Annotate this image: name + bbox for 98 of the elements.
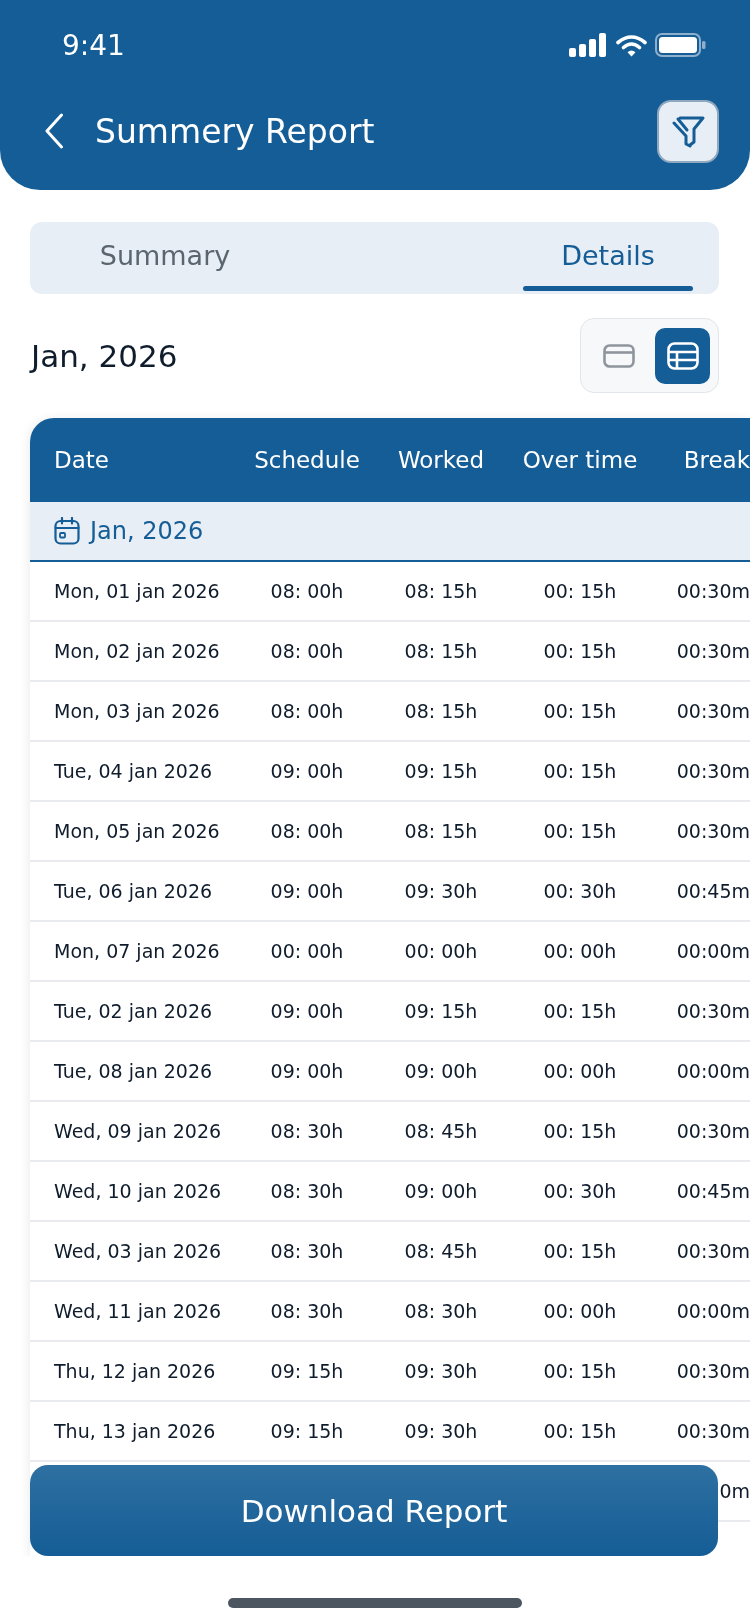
table-cell: Wed, 10 jan 2026 xyxy=(54,1180,222,1202)
table-cell: 00:00m xyxy=(676,1300,750,1322)
table-cell: Tue, 08 jan 2026 xyxy=(54,1060,213,1082)
table-cell: 09: 00h xyxy=(270,880,344,902)
table-cell: 00: 15h xyxy=(543,760,617,782)
table-cell: 00: 30h xyxy=(543,880,617,902)
table-cell: Mon, 07 jan 2026 xyxy=(54,940,220,962)
column-header: Worked xyxy=(397,447,485,473)
back-icon[interactable] xyxy=(44,113,64,149)
table-cell: 00:30m xyxy=(676,1240,750,1262)
table-cell: 08: 15h xyxy=(404,700,478,722)
table-cell: 00:00m xyxy=(676,940,750,962)
month-label: Jan, 2026 xyxy=(31,337,178,374)
table-cell: Thu, 13 jan 2026 xyxy=(54,1420,216,1442)
table-cell: 09: 30h xyxy=(404,880,478,902)
table-cell: 00:30m xyxy=(676,1000,750,1022)
table-cell: 09: 15h xyxy=(404,760,478,782)
calendar-icon xyxy=(54,517,80,545)
table-cell: 00:00m xyxy=(676,1060,750,1082)
table-cell: 00: 15h xyxy=(543,1420,617,1442)
table-cell: Mon, 05 jan 2026 xyxy=(54,820,220,842)
table-cell: 08: 30h xyxy=(270,1300,344,1322)
table-cell: 08: 00h xyxy=(270,580,344,602)
table-cell: Mon, 01 jan 2026 xyxy=(54,580,220,602)
table-cell: Tue, 02 jan 2026 xyxy=(54,1000,213,1022)
card-icon xyxy=(602,343,635,368)
filter-button[interactable] xyxy=(657,99,719,163)
table-cell: Tue, 06 jan 2026 xyxy=(54,880,213,902)
table-cell: Wed, 09 jan 2026 xyxy=(54,1120,222,1142)
table-cell: 09: 00h xyxy=(404,1180,478,1202)
table-cell: 08: 00h xyxy=(270,820,344,842)
table-cell: 00: 15h xyxy=(543,1000,617,1022)
status-time: 9:41 xyxy=(62,28,125,62)
table-cell: 00:30m xyxy=(676,1360,750,1382)
table-cell: 00:30m xyxy=(676,760,750,782)
table-cell: 00:30m xyxy=(676,640,750,662)
table-cell: 00:30m xyxy=(676,1120,750,1142)
table-cell: 00: 00h xyxy=(543,1300,617,1322)
table-cell: 00: 00h xyxy=(543,940,617,962)
filter-icon xyxy=(671,114,705,148)
table-cell: 08: 45h xyxy=(404,1240,478,1262)
table-cell: 09: 15h xyxy=(404,1000,478,1022)
table-cell: 08: 30h xyxy=(270,1180,344,1202)
table-cell: 00: 15h xyxy=(543,820,617,842)
table-cell: 00:30m xyxy=(676,1420,750,1442)
table-cell: 00:30m xyxy=(676,820,750,842)
tab[interactable]: Summary xyxy=(80,222,250,294)
table-cell: 00:45m xyxy=(676,1180,750,1202)
table-cell: 00:45m xyxy=(676,880,750,902)
table-icon xyxy=(666,341,699,370)
table-cell: 08: 30h xyxy=(270,1240,344,1262)
table-cell: Wed, 03 jan 2026 xyxy=(54,1240,222,1262)
table-cell: 08: 15h xyxy=(404,820,478,842)
column-header: Date xyxy=(54,447,109,473)
table-cell: 0m xyxy=(719,1480,750,1502)
column-header: Break xyxy=(683,447,750,473)
table-cell: 08: 45h xyxy=(404,1120,478,1142)
table-cell: 08: 00h xyxy=(270,640,344,662)
table-cell: 00: 15h xyxy=(543,580,617,602)
table-cell: 08: 30h xyxy=(404,1300,478,1322)
table-cell: Mon, 02 jan 2026 xyxy=(54,640,220,662)
table-cell: 09: 00h xyxy=(270,760,344,782)
download-button[interactable]: Download Report xyxy=(30,1465,718,1556)
table-cell: 00: 15h xyxy=(543,1240,617,1262)
table-cell: 09: 00h xyxy=(270,1060,344,1082)
table-cell: 00: 15h xyxy=(543,640,617,662)
table-cell: 00: 15h xyxy=(543,700,617,722)
signal-icon xyxy=(569,33,608,57)
table-cell: 00: 00h xyxy=(404,940,478,962)
wifi-icon xyxy=(616,33,647,57)
table-cell: 08: 30h xyxy=(270,1120,344,1142)
table-cell: 00:30m xyxy=(676,580,750,602)
table-cell: 00:30m xyxy=(676,700,750,722)
table-view-button[interactable] xyxy=(655,327,710,384)
table-cell: 00: 30h xyxy=(543,1180,617,1202)
table-cell: Wed, 11 jan 2026 xyxy=(54,1300,222,1322)
table-cell: Tue, 04 jan 2026 xyxy=(54,760,213,782)
table-cell: 09: 00h xyxy=(404,1060,478,1082)
table-cell: Thu, 12 jan 2026 xyxy=(54,1360,216,1382)
battery-icon xyxy=(655,33,706,57)
table-cell: 09: 15h xyxy=(270,1360,344,1382)
table-cell: Mon, 03 jan 2026 xyxy=(54,700,220,722)
table-cell: 00: 00h xyxy=(543,1060,617,1082)
table-cell: 00: 15h xyxy=(543,1120,617,1142)
table-cell: 09: 30h xyxy=(404,1420,478,1442)
table-cell: 08: 15h xyxy=(404,580,478,602)
table-cell: 00: 00h xyxy=(270,940,344,962)
tab[interactable]: Details xyxy=(523,222,693,294)
column-header: Schedule xyxy=(254,447,360,473)
page-title: Summery Report xyxy=(95,111,375,151)
table-cell: 09: 00h xyxy=(270,1000,344,1022)
table-cell: 08: 15h xyxy=(404,640,478,662)
table-cell: 09: 30h xyxy=(404,1360,478,1382)
group-label: Jan, 2026 xyxy=(90,517,204,545)
table-cell: 00: 15h xyxy=(543,1360,617,1382)
column-header: Over time xyxy=(522,447,638,473)
table-cell: 08: 00h xyxy=(270,700,344,722)
table-cell: 09: 15h xyxy=(270,1420,344,1442)
